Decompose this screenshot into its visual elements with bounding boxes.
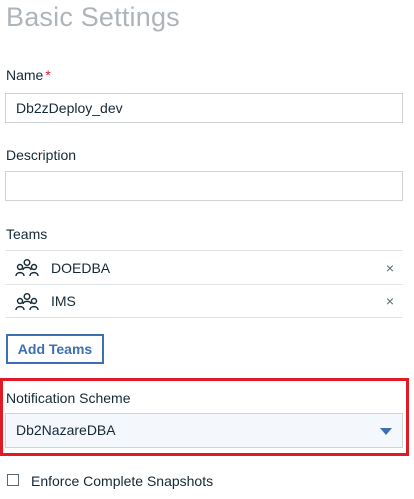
required-marker: * — [45, 67, 51, 83]
remove-team-doedba-icon[interactable]: × — [386, 260, 394, 276]
name-label-text: Name — [6, 67, 44, 83]
name-label: Name * — [6, 67, 51, 83]
add-teams-button[interactable]: Add Teams — [6, 334, 104, 364]
team-icon — [15, 259, 39, 277]
team-name: DOEDBA — [51, 259, 111, 276]
name-input[interactable]: Db2zDeploy_dev — [5, 93, 403, 123]
team-row: IMS × — [5, 284, 403, 318]
team-name: IMS — [51, 293, 76, 309]
page-title: Basic Settings — [6, 2, 180, 32]
description-label: Description — [6, 147, 77, 163]
remove-team-ims-icon[interactable]: × — [386, 293, 394, 309]
chevron-down-icon — [380, 428, 392, 435]
teams-label: Teams — [6, 226, 48, 242]
notification-scheme-label: Notification Scheme — [6, 390, 131, 406]
enforce-snapshots-checkbox[interactable] — [7, 474, 19, 486]
notification-scheme-select[interactable]: Db2NazareDBA — [5, 413, 403, 448]
notification-scheme-value: Db2NazareDBA — [16, 422, 116, 438]
team-row: DOEDBA × — [5, 250, 403, 284]
basic-settings-panel: Basic Settings Name * Db2zDeploy_dev Desc… — [0, 0, 414, 499]
team-icon — [15, 293, 39, 311]
description-input[interactable] — [5, 171, 403, 201]
enforce-snapshots-label[interactable]: Enforce Complete Snapshots — [31, 473, 213, 489]
